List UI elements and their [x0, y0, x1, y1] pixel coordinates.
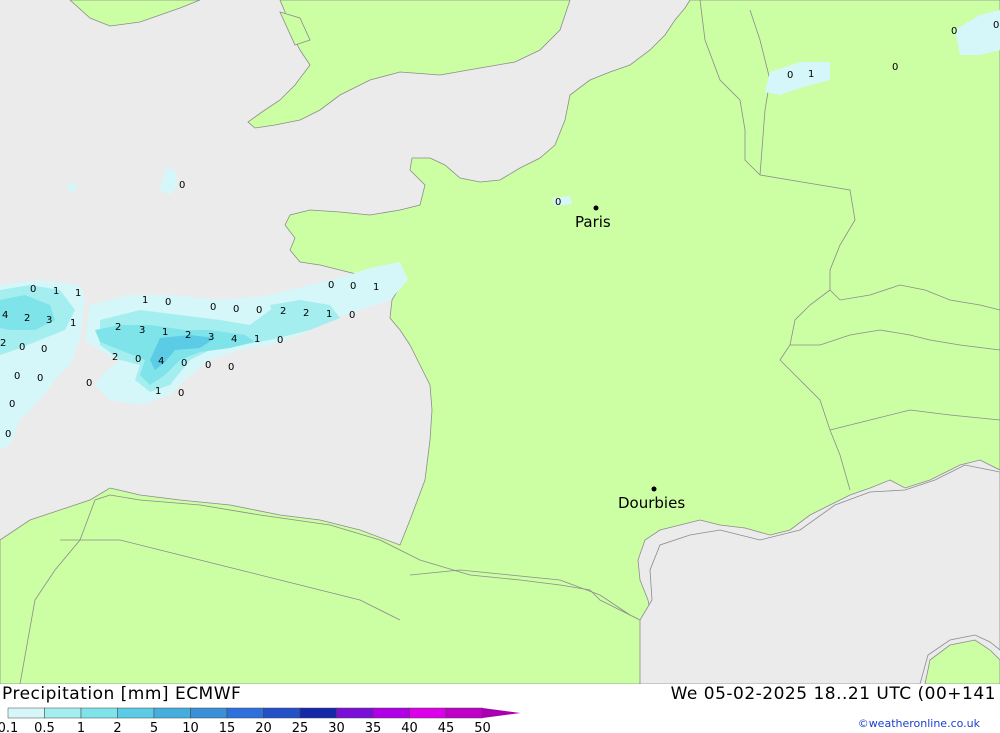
legend-tick-label: 40: [401, 721, 418, 733]
legend-tick-label: 10: [182, 721, 199, 733]
legend-swatch: [372, 707, 410, 719]
svg-text:0: 0: [555, 197, 561, 208]
precipitation-map: Paris Dourbies 0 1 1 4 2 3 1 2 0 0 1 0 0…: [0, 0, 1000, 684]
svg-text:2: 2: [0, 338, 6, 349]
svg-text:0: 0: [892, 62, 898, 73]
legend-tick-label: 1: [77, 721, 85, 733]
legend-tick-label: 45: [438, 721, 455, 733]
legend-tick-label: 30: [328, 721, 345, 733]
svg-text:0: 0: [9, 399, 15, 410]
svg-text:1: 1: [75, 288, 81, 299]
svg-text:0: 0: [328, 280, 334, 291]
svg-text:2: 2: [280, 306, 286, 317]
svg-text:1: 1: [155, 386, 161, 397]
legend-tick-label: 35: [365, 721, 382, 733]
svg-text:Dourbies: Dourbies: [618, 494, 685, 512]
legend-swatch: [80, 707, 118, 719]
svg-text:0: 0: [256, 305, 262, 316]
legend-tick-label: 2: [113, 721, 121, 733]
svg-text:0: 0: [135, 354, 141, 365]
svg-text:0: 0: [165, 297, 171, 308]
legend-swatch: [336, 707, 374, 719]
svg-text:0: 0: [5, 429, 11, 440]
svg-text:1: 1: [254, 334, 260, 345]
svg-text:0: 0: [350, 281, 356, 292]
svg-text:0: 0: [277, 335, 283, 346]
svg-text:0: 0: [951, 26, 957, 37]
svg-text:2: 2: [185, 330, 191, 341]
svg-text:0: 0: [37, 373, 43, 384]
svg-text:2: 2: [112, 352, 118, 363]
svg-text:0: 0: [787, 70, 793, 81]
legend-swatch: [44, 707, 82, 719]
svg-text:1: 1: [162, 327, 168, 338]
legend-tick-label: 15: [219, 721, 236, 733]
credit-link[interactable]: ©weatheronline.co.uk: [858, 717, 980, 730]
svg-text:0: 0: [19, 342, 25, 353]
svg-text:0: 0: [179, 180, 185, 191]
legend-swatch: [226, 707, 264, 719]
svg-text:0: 0: [30, 284, 36, 295]
svg-text:1: 1: [373, 282, 379, 293]
legend-swatch: [117, 707, 155, 719]
svg-text:1: 1: [142, 295, 148, 306]
map-datetime: We 05-02-2025 18..21 UTC (00+141: [670, 684, 996, 704]
svg-text:3: 3: [46, 315, 52, 326]
legend-tick-label: 0.5: [34, 721, 55, 733]
svg-text:2: 2: [303, 308, 309, 319]
svg-text:0: 0: [86, 378, 92, 389]
svg-text:1: 1: [808, 69, 814, 80]
svg-text:Paris: Paris: [575, 213, 611, 231]
legend-arrow: [482, 708, 521, 718]
svg-text:3: 3: [139, 325, 145, 336]
svg-text:0: 0: [181, 358, 187, 369]
svg-text:1: 1: [53, 286, 59, 297]
legend-tick-label: 0.1: [0, 721, 18, 733]
svg-text:2: 2: [115, 322, 121, 333]
svg-text:0: 0: [178, 388, 184, 399]
svg-text:0: 0: [349, 310, 355, 321]
svg-text:3: 3: [208, 332, 214, 343]
svg-text:0: 0: [233, 304, 239, 315]
svg-text:4: 4: [2, 310, 8, 321]
svg-text:0: 0: [993, 20, 999, 31]
svg-text:4: 4: [231, 334, 237, 345]
legend-tick-label: 5: [150, 721, 158, 733]
legend-tick-label: 50: [474, 721, 491, 733]
legend-swatch: [153, 707, 191, 719]
svg-text:0: 0: [228, 362, 234, 373]
svg-text:2: 2: [24, 313, 30, 324]
svg-text:0: 0: [41, 344, 47, 355]
map-title: Precipitation [mm] ECMWF: [2, 684, 242, 704]
legend-swatch: [299, 707, 337, 719]
svg-text:4: 4: [158, 356, 164, 367]
svg-text:0: 0: [14, 371, 20, 382]
legend-swatch: [409, 707, 447, 719]
svg-text:0: 0: [210, 302, 216, 313]
legend-swatch: [445, 707, 483, 719]
legend-swatch: [190, 707, 228, 719]
svg-text:1: 1: [326, 309, 332, 320]
legend-swatch: [263, 707, 301, 719]
svg-text:1: 1: [70, 318, 76, 329]
svg-text:0: 0: [205, 360, 211, 371]
legend-swatch: [7, 707, 45, 719]
legend-tick-label: 20: [255, 721, 272, 733]
legend-tick-label: 25: [292, 721, 309, 733]
precipitation-legend: 0.1 0.5 1 2 5 10 15 20 25 30 35 40 45 50: [0, 707, 521, 733]
